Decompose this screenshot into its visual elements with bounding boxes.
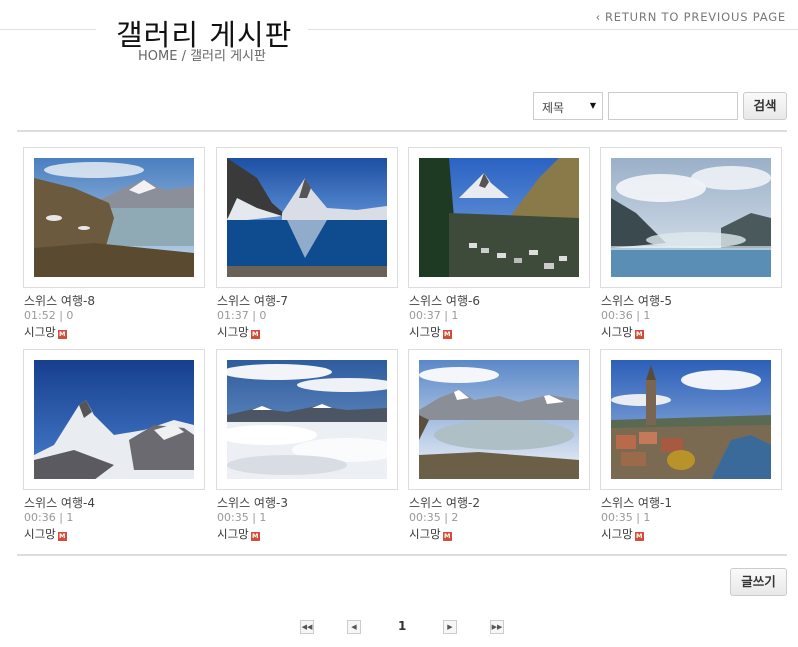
header-divider-right	[308, 29, 798, 30]
post-meta: 00:35 | 1	[601, 511, 651, 524]
gallery-top-divider	[17, 130, 787, 132]
member-badge-icon: M	[57, 532, 67, 541]
return-to-previous-link[interactable]: ‹ RETURN TO PREVIOUS PAGE	[596, 10, 786, 24]
post-meta: 00:36 | 1	[24, 511, 74, 524]
post-title[interactable]: 스위스 여행-7	[217, 292, 288, 309]
search-select-value: 제목	[542, 101, 565, 115]
last-page-button[interactable]: ▶▶	[490, 620, 504, 634]
post-author: 시그망 M	[409, 526, 452, 542]
thumbnail-image-alpine-lake[interactable]	[34, 158, 194, 277]
post-meta: 00:37 | 1	[409, 309, 459, 322]
post-author: 시그망 M	[217, 324, 260, 340]
double-chevron-right-icon: ▶▶	[491, 623, 503, 631]
gallery-bottom-divider	[17, 554, 787, 556]
thumbnail-image-mountain-lake[interactable]	[419, 360, 579, 479]
post-author: 시그망 M	[601, 526, 644, 542]
post-author: 시그망 M	[24, 526, 67, 542]
post-meta: 00:36 | 1	[601, 309, 651, 322]
page-number-current[interactable]: 1	[398, 619, 406, 633]
thumbnail-frame[interactable]	[600, 349, 782, 490]
post-author: 시그망 M	[217, 526, 260, 542]
member-badge-icon: M	[250, 330, 260, 339]
dropdown-arrow-icon: ▼	[589, 101, 596, 110]
post-meta: 00:35 | 2	[409, 511, 459, 524]
post-author: 시그망 M	[409, 324, 452, 340]
post-title[interactable]: 스위스 여행-2	[409, 494, 480, 511]
post-author: 시그망 M	[601, 324, 644, 340]
member-badge-icon: M	[634, 330, 644, 339]
author-name: 시그망	[601, 527, 633, 541]
thumbnail-frame[interactable]	[216, 147, 398, 288]
member-badge-icon: M	[250, 532, 260, 541]
author-name: 시그망	[24, 325, 56, 339]
next-page-button[interactable]: ▶	[443, 620, 457, 634]
post-title[interactable]: 스위스 여행-8	[24, 292, 95, 309]
thumbnail-frame[interactable]	[216, 349, 398, 490]
chevron-left-icon: ◀	[351, 623, 357, 631]
search-input[interactable]	[608, 92, 738, 120]
member-badge-icon: M	[634, 532, 644, 541]
author-name: 시그망	[409, 527, 441, 541]
post-meta: 00:35 | 1	[217, 511, 267, 524]
thumbnail-image-bern-cityscape[interactable]	[611, 360, 771, 479]
member-badge-icon: M	[442, 330, 452, 339]
header-divider-left	[0, 29, 96, 30]
thumbnail-frame[interactable]	[23, 349, 205, 490]
thumbnail-image-matterhorn-snow[interactable]	[34, 360, 194, 479]
double-chevron-left-icon: ◀◀	[301, 623, 313, 631]
chevron-left-icon: ‹	[595, 10, 601, 24]
thumbnail-image-matterhorn-village[interactable]	[419, 158, 579, 277]
author-name: 시그망	[409, 325, 441, 339]
first-page-button[interactable]: ◀◀	[300, 620, 314, 634]
post-title[interactable]: 스위스 여행-4	[24, 494, 95, 511]
member-badge-icon: M	[57, 330, 67, 339]
search-field-select[interactable]: 제목 ▼	[533, 92, 603, 120]
thumbnail-image-above-clouds[interactable]	[227, 360, 387, 479]
author-name: 시그망	[601, 325, 633, 339]
thumbnail-frame[interactable]	[408, 147, 590, 288]
return-link-label: RETURN TO PREVIOUS PAGE	[605, 10, 786, 24]
post-title[interactable]: 스위스 여행-1	[601, 494, 672, 511]
author-name: 시그망	[217, 325, 249, 339]
thumbnail-frame[interactable]	[23, 147, 205, 288]
write-post-button[interactable]: 글쓰기	[730, 568, 787, 596]
post-meta: 01:37 | 0	[217, 309, 267, 322]
post-title[interactable]: 스위스 여행-5	[601, 292, 672, 309]
member-badge-icon: M	[442, 532, 452, 541]
breadcrumb: HOME / 갤러리 게시판	[138, 49, 266, 64]
post-author: 시그망 M	[24, 324, 67, 340]
post-meta: 01:52 | 0	[24, 309, 74, 322]
thumbnail-frame[interactable]	[600, 147, 782, 288]
prev-page-button[interactable]: ◀	[347, 620, 361, 634]
author-name: 시그망	[24, 527, 56, 541]
thumbnail-frame[interactable]	[408, 349, 590, 490]
author-name: 시그망	[217, 527, 249, 541]
chevron-right-icon: ▶	[447, 623, 453, 631]
post-title[interactable]: 스위스 여행-6	[409, 292, 480, 309]
search-button[interactable]: 검색	[743, 92, 787, 120]
post-title[interactable]: 스위스 여행-3	[217, 494, 288, 511]
thumbnail-image-thermal-pool[interactable]	[611, 158, 771, 277]
thumbnail-image-matterhorn-reflection[interactable]	[227, 158, 387, 277]
